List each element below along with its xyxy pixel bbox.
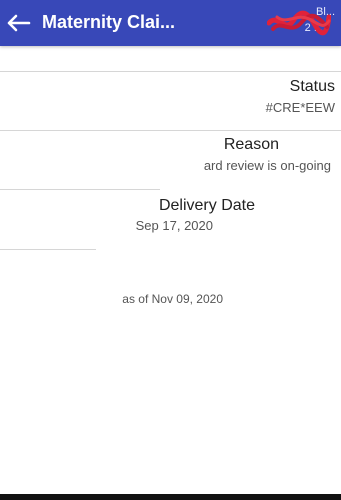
as-of-date: as of Nov 09, 2020 <box>122 292 223 306</box>
redaction-scribble <box>267 10 331 36</box>
app-bar: Maternity Clai... Bl... 2 ... <box>0 0 341 46</box>
reason-value: ard review is on-going <box>203 158 331 173</box>
status-label: Status <box>289 78 335 95</box>
reason-label: Reason <box>223 136 279 153</box>
divider <box>0 130 341 131</box>
divider <box>0 189 160 190</box>
arrow-left-icon <box>7 14 31 32</box>
system-navigation-bar <box>0 494 341 500</box>
back-button[interactable] <box>0 7 36 39</box>
detail-row-status: Status #CRE*EEW <box>0 74 341 130</box>
page-title: Maternity Clai... <box>42 12 176 32</box>
delivery-date-value: Sep 17, 2020 <box>135 218 213 233</box>
divider <box>0 71 341 72</box>
delivery-date-label: Delivery Date <box>158 197 255 214</box>
status-value: #CRE*EEW <box>265 100 335 115</box>
detail-row-delivery-date: Delivery Date Sep 17, 2020 <box>0 194 341 250</box>
divider <box>0 249 96 250</box>
detail-row-reason: Reason ard review is on-going <box>0 133 341 189</box>
header-meta: Bl... 2 ... <box>223 3 335 41</box>
